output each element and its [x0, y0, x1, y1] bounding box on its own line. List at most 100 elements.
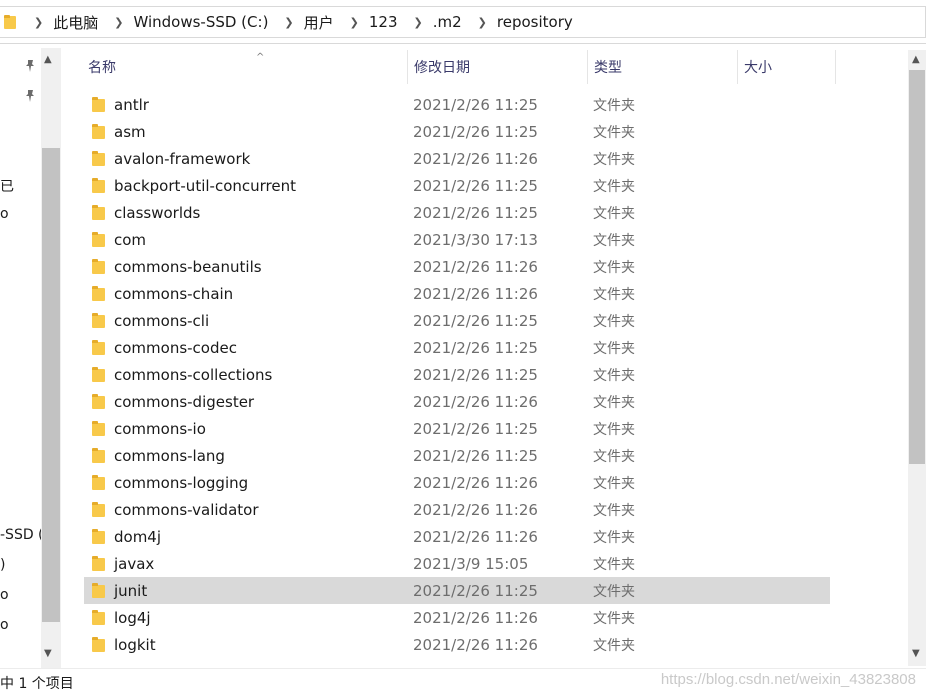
file-row[interactable]: commons-logging 2021/2/26 11:26 文件夹 [84, 469, 830, 496]
breadcrumb-item-users[interactable]: 用户 [304, 12, 334, 33]
file-name[interactable]: commons-codec [114, 339, 237, 357]
file-name[interactable]: log4j [114, 609, 151, 627]
file-name[interactable]: junit [114, 582, 147, 600]
folder-icon [92, 232, 105, 247]
file-name[interactable]: commons-collections [114, 366, 272, 384]
scroll-up-icon[interactable]: ▲ [44, 54, 52, 65]
vertical-scrollbar-thumb[interactable] [909, 70, 925, 464]
file-name[interactable]: logkit [114, 636, 156, 654]
file-row[interactable]: log4j 2021/2/26 11:26 文件夹 [84, 604, 830, 631]
chevron-right-icon[interactable]: ❯ [478, 16, 487, 29]
file-row[interactable]: asm 2021/2/26 11:25 文件夹 [84, 118, 830, 145]
file-type: 文件夹 [593, 475, 635, 492]
nav-scrollbar-thumb[interactable] [42, 148, 60, 622]
status-item-count: 中 1 个项目 [0, 676, 74, 692]
nav-item[interactable]: ) [0, 557, 5, 573]
file-name[interactable]: antlr [114, 96, 149, 114]
file-name[interactable]: avalon-framework [114, 150, 250, 168]
file-date: 2021/2/26 11:26 [413, 257, 538, 276]
file-name[interactable]: commons-logging [114, 474, 248, 492]
file-date: 2021/2/26 11:25 [413, 365, 538, 384]
chevron-right-icon[interactable]: ❯ [114, 16, 123, 29]
file-type: 文件夹 [593, 637, 635, 654]
file-row[interactable]: backport-util-concurrent 2021/2/26 11:25 文… [84, 172, 830, 199]
nav-item[interactable]: 已 [0, 176, 14, 196]
file-type: 文件夹 [593, 178, 635, 195]
column-header-type[interactable]: 类型 [588, 50, 738, 84]
breadcrumb-item-drive[interactable]: Windows-SSD (C:) [133, 13, 268, 31]
file-list[interactable]: 名称 ^ 修改日期 类型 大小 antlr 2021/2/26 11:25 文件夹 a… [62, 44, 908, 668]
file-name[interactable]: commons-chain [114, 285, 233, 303]
chevron-right-icon[interactable]: ❯ [34, 16, 43, 29]
folder-icon [92, 259, 105, 274]
nav-item[interactable]: o [0, 206, 9, 222]
column-header-label: 修改日期 [414, 60, 470, 76]
breadcrumb-item-m2[interactable]: .m2 [433, 13, 462, 31]
folder-icon [92, 124, 105, 139]
address-bar[interactable]: ❯ 此电脑 ❯ Windows-SSD (C:) ❯ 用户 ❯ 123 ❯ .m… [0, 0, 926, 44]
folder-icon [92, 340, 105, 355]
file-name[interactable]: javax [114, 555, 154, 573]
file-row[interactable]: com 2021/3/30 17:13 文件夹 [84, 226, 830, 253]
file-date: 2021/2/26 11:26 [413, 608, 538, 627]
file-name[interactable]: commons-io [114, 420, 206, 438]
file-name[interactable]: asm [114, 123, 146, 141]
file-name[interactable]: commons-digester [114, 393, 254, 411]
column-header-name[interactable]: 名称 ^ [82, 50, 408, 84]
folder-icon [92, 475, 105, 490]
file-date: 2021/2/26 11:26 [413, 500, 538, 519]
breadcrumb-item-this-pc[interactable]: 此电脑 [53, 12, 98, 33]
chevron-right-icon[interactable]: ❯ [414, 16, 423, 29]
file-row[interactable]: commons-chain 2021/2/26 11:26 文件夹 [84, 280, 830, 307]
folder-icon [92, 178, 105, 193]
nav-item-drive[interactable]: -SSD ( [0, 527, 44, 543]
file-date: 2021/2/26 11:25 [413, 419, 538, 438]
pin-icon[interactable] [24, 58, 36, 72]
pin-icon[interactable] [24, 88, 36, 102]
chevron-right-icon[interactable]: ❯ [350, 16, 359, 29]
folder-icon [92, 286, 105, 301]
file-name[interactable]: commons-beanutils [114, 258, 262, 276]
breadcrumb[interactable]: ❯ 此电脑 ❯ Windows-SSD (C:) ❯ 用户 ❯ 123 ❯ .m… [0, 6, 926, 38]
file-row[interactable]: avalon-framework 2021/2/26 11:26 文件夹 [84, 145, 830, 172]
status-bar: 中 1 个项目 https://blog.csdn.net/weixin_438… [0, 668, 926, 697]
file-name[interactable]: dom4j [114, 528, 161, 546]
file-name[interactable]: commons-lang [114, 447, 225, 465]
column-header-size[interactable]: 大小 [738, 50, 836, 84]
file-row[interactable]: commons-collections 2021/2/26 11:25 文件夹 [84, 361, 830, 388]
file-row[interactable]: commons-beanutils 2021/2/26 11:26 文件夹 [84, 253, 830, 280]
file-row[interactable]: commons-validator 2021/2/26 11:26 文件夹 [84, 496, 830, 523]
file-type: 文件夹 [593, 556, 635, 573]
file-date: 2021/2/26 11:25 [413, 581, 538, 600]
file-row[interactable]: dom4j 2021/2/26 11:26 文件夹 [84, 523, 830, 550]
folder-icon [92, 421, 105, 436]
file-name[interactable]: classworlds [114, 204, 200, 222]
folder-icon [92, 637, 105, 652]
file-row[interactable]: junit 2021/2/26 11:25 文件夹 [84, 577, 830, 604]
file-type: 文件夹 [593, 421, 635, 438]
file-row[interactable]: commons-io 2021/2/26 11:25 文件夹 [84, 415, 830, 442]
file-name[interactable]: com [114, 231, 146, 249]
file-row[interactable]: commons-digester 2021/2/26 11:26 文件夹 [84, 388, 830, 415]
scroll-down-icon[interactable]: ▼ [44, 648, 52, 659]
nav-item[interactable]: o [0, 617, 9, 633]
file-row[interactable]: commons-lang 2021/2/26 11:25 文件夹 [84, 442, 830, 469]
file-row[interactable]: javax 2021/3/9 15:05 文件夹 [84, 550, 830, 577]
file-name[interactable]: commons-cli [114, 312, 209, 330]
chevron-right-icon[interactable]: ❯ [284, 16, 293, 29]
column-header-date[interactable]: 修改日期 [408, 50, 588, 84]
file-row[interactable]: commons-cli 2021/2/26 11:25 文件夹 [84, 307, 830, 334]
file-type: 文件夹 [593, 286, 635, 303]
breadcrumb-item-repository[interactable]: repository [497, 13, 573, 31]
file-row[interactable]: commons-codec 2021/2/26 11:25 文件夹 [84, 334, 830, 361]
file-row[interactable]: classworlds 2021/2/26 11:25 文件夹 [84, 199, 830, 226]
file-name[interactable]: commons-validator [114, 501, 259, 519]
scroll-up-icon[interactable]: ▲ [912, 54, 920, 65]
sort-ascending-icon: ^ [256, 52, 265, 63]
file-name[interactable]: backport-util-concurrent [114, 177, 296, 195]
scroll-down-icon[interactable]: ▼ [912, 648, 920, 659]
breadcrumb-item-user[interactable]: 123 [369, 13, 398, 31]
nav-item[interactable]: o [0, 587, 9, 603]
file-row[interactable]: logkit 2021/2/26 11:26 文件夹 [84, 631, 830, 658]
file-row[interactable]: antlr 2021/2/26 11:25 文件夹 [84, 91, 830, 118]
